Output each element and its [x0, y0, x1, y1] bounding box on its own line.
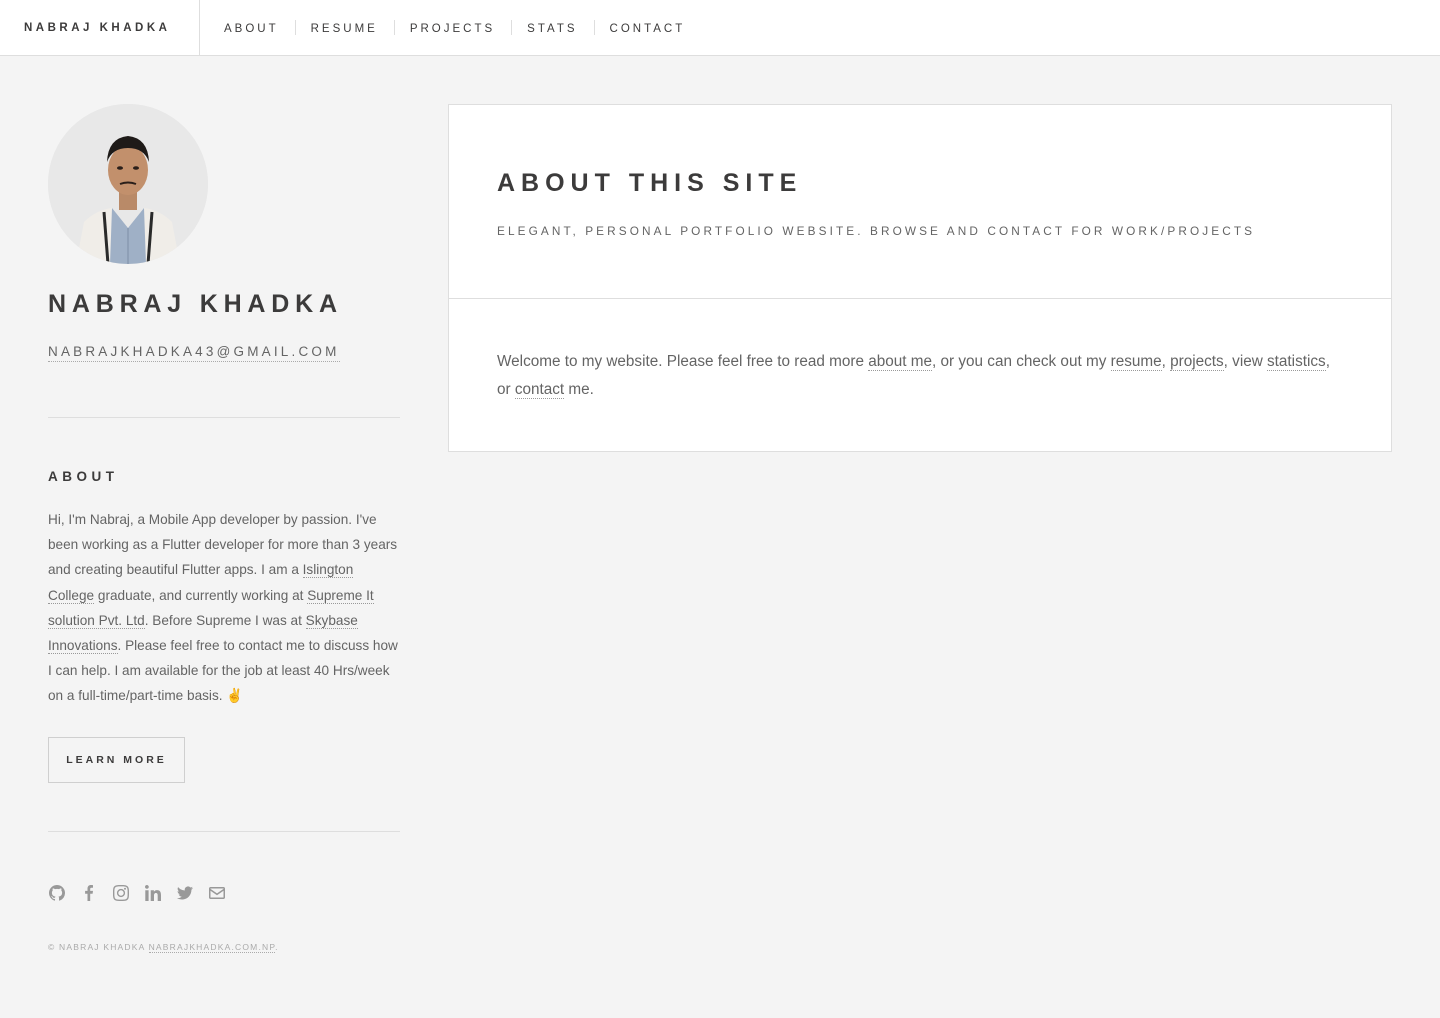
main-card: About this site Elegant, personal portfo… [448, 104, 1392, 452]
twitter-icon[interactable] [176, 884, 194, 902]
sidebar: Nabraj Khadka nabrajkhadka43@gmail.com A… [48, 104, 400, 953]
body-text: me. [564, 381, 594, 398]
page-title: About this site [497, 169, 803, 197]
nav-projects[interactable]: Projects [393, 2, 511, 57]
linkedin-icon[interactable] [144, 884, 162, 902]
github-icon[interactable] [48, 884, 66, 902]
facebook-icon[interactable] [80, 884, 98, 902]
page-subtitle: Elegant, personal portfolio website. Bro… [497, 224, 1256, 238]
divider [48, 831, 400, 832]
avatar [48, 104, 208, 264]
divider [48, 417, 400, 418]
projects-link[interactable]: projects [1170, 353, 1224, 371]
statistics-link[interactable]: statistics [1267, 353, 1326, 371]
body-text: , [1161, 353, 1171, 370]
body-text: , or you can check out my [932, 353, 1111, 370]
about-text-part: graduate, and currently working at [94, 587, 308, 603]
body-text: , view [1223, 353, 1268, 370]
main-nav: About Resume Projects Stats Contact [200, 0, 701, 55]
instagram-icon[interactable] [112, 884, 130, 902]
nav-about[interactable]: About [208, 2, 295, 57]
resume-link[interactable]: resume [1110, 353, 1162, 371]
learn-more-button[interactable]: Learn More [48, 737, 185, 783]
nav-contact[interactable]: Contact [593, 2, 702, 57]
mail-icon[interactable] [208, 884, 226, 902]
about-text-part: . Before Supreme I was at [144, 612, 306, 628]
copyright-text: © Nabraj Khadka [48, 942, 149, 952]
profile-name: Nabraj Khadka [48, 290, 343, 318]
about-me-link[interactable]: about me [868, 353, 933, 371]
profile-email-link[interactable]: nabrajkhadka43@gmail.com [48, 344, 340, 362]
welcome-text: Welcome to my website. Please feel free … [497, 348, 1347, 404]
card-header: About this site Elegant, personal portfo… [449, 105, 1391, 299]
about-text: Hi, I'm Nabraj, a Mobile App developer b… [48, 507, 400, 709]
nav-stats[interactable]: Stats [511, 2, 593, 57]
body-text: Welcome to my website. Please feel free … [497, 353, 869, 370]
avatar-portrait [48, 104, 208, 264]
about-heading: About [48, 469, 119, 484]
nav-resume[interactable]: Resume [294, 2, 394, 57]
brand-logo[interactable]: Nabraj Khadka [0, 0, 200, 55]
contact-link[interactable]: contact [514, 381, 565, 399]
copyright-end: . [275, 942, 279, 952]
top-header: Nabraj Khadka About Resume Projects Stat… [0, 0, 1440, 56]
social-links [48, 884, 226, 902]
website-link[interactable]: nabrajkhadka.com.np [148, 942, 276, 953]
copyright: © Nabraj Khadka nabrajkhadka.com.np. [48, 942, 279, 953]
